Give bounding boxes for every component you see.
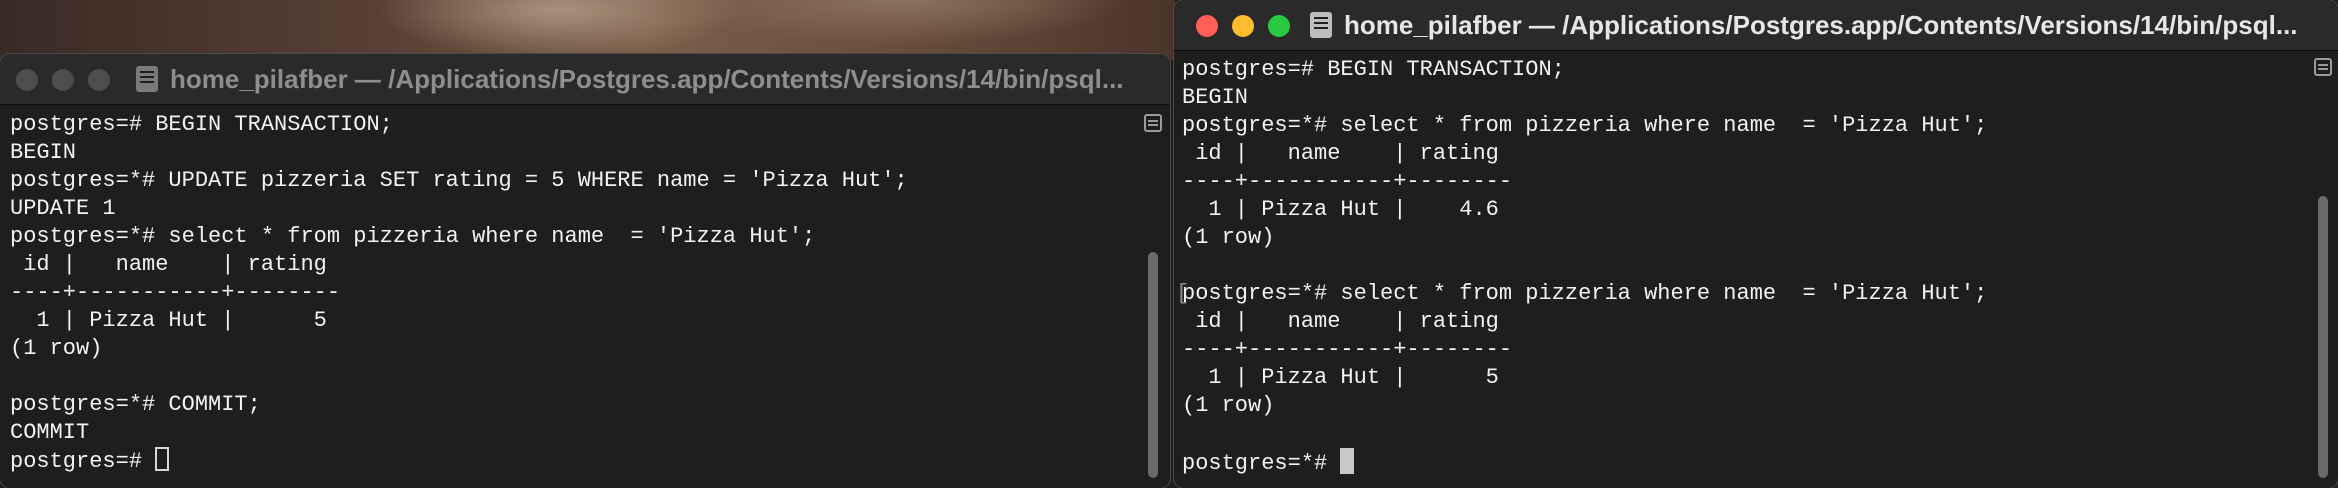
output-line: id | name | rating: [1182, 309, 1499, 334]
output-line: ----+-----------+--------: [1182, 337, 1513, 362]
text-cursor: [155, 447, 170, 471]
close-button[interactable]: [1196, 15, 1218, 37]
minimize-button[interactable]: [1232, 15, 1254, 37]
output-line: id | name | rating: [1182, 141, 1499, 166]
scrollback-menu-icon[interactable]: [2314, 58, 2332, 76]
window-title-text: home_pilafber — /Applications/Postgres.a…: [170, 64, 1124, 94]
output-line: postgres=*# COMMIT;: [10, 392, 261, 417]
output-line: [postgres=*# select * from pizzeria wher…: [1176, 280, 1988, 308]
window-title-text: home_pilafber — /Applications/Postgres.a…: [1344, 10, 2298, 40]
output-line: (1 row): [1182, 393, 1275, 418]
output-line: postgres=# BEGIN TRANSACTION;: [10, 112, 393, 137]
output-line: 1 | Pizza Hut | 5: [1182, 365, 1499, 390]
output-line: COMMIT: [10, 420, 90, 445]
mark-bracket: [: [1176, 281, 1190, 306]
output-line: 1 | Pizza Hut | 5: [10, 308, 327, 333]
title-bar[interactable]: home_pilafber — /Applications/Postgres.a…: [0, 54, 1170, 105]
terminal-window-right[interactable]: home_pilafber — /Applications/Postgres.a…: [1174, 0, 2338, 488]
prompt-line[interactable]: postgres=#: [10, 447, 908, 475]
scrollbar-thumb[interactable]: [1148, 252, 1158, 478]
terminal-output[interactable]: postgres=# BEGIN TRANSACTION; BEGIN post…: [1176, 56, 1988, 476]
terminal-window-left[interactable]: home_pilafber — /Applications/Postgres.a…: [0, 54, 1170, 488]
terminal-output[interactable]: postgres=# BEGIN TRANSACTION; BEGIN post…: [10, 111, 908, 475]
window-title: home_pilafber — /Applications/Postgres.a…: [1310, 0, 2318, 50]
prompt-line[interactable]: postgres=*#: [1182, 448, 1987, 476]
zoom-button[interactable]: [1268, 15, 1290, 37]
title-bar[interactable]: home_pilafber — /Applications/Postgres.a…: [1174, 0, 2338, 51]
output-line-text: postgres=*# select * from pizzeria where…: [1182, 281, 1988, 306]
output-line: postgres=*# select * from pizzeria where…: [10, 224, 816, 249]
output-line: ----+-----------+--------: [1182, 169, 1513, 194]
output-line: postgres=*# UPDATE pizzeria SET rating =…: [10, 168, 908, 193]
minimize-button[interactable]: [52, 69, 74, 91]
close-button[interactable]: [16, 69, 38, 91]
output-line: 1 | Pizza Hut | 4.6: [1182, 197, 1499, 222]
text-cursor: [1340, 448, 1355, 474]
prompt: postgres=#: [10, 449, 156, 474]
output-line: (1 row): [10, 336, 103, 361]
output-line: BEGIN: [1182, 85, 1249, 110]
scrollback-menu-icon[interactable]: [1144, 114, 1162, 132]
output-line: UPDATE 1: [10, 196, 116, 221]
output-line: ----+-----------+--------: [10, 280, 341, 305]
output-line: id | name | rating: [10, 252, 327, 277]
output-line: postgres=*# select * from pizzeria where…: [1182, 113, 1988, 138]
scrollbar-thumb[interactable]: [2318, 196, 2328, 478]
desktop-wallpaper: [0, 0, 1175, 60]
output-line: postgres=# BEGIN TRANSACTION;: [1182, 57, 1565, 82]
terminal-document-icon: [136, 66, 158, 92]
terminal-document-icon: [1310, 12, 1332, 38]
output-line: BEGIN: [10, 140, 77, 165]
window-title: home_pilafber — /Applications/Postgres.a…: [136, 54, 1140, 104]
prompt: postgres=*#: [1182, 451, 1341, 476]
output-line: (1 row): [1182, 225, 1275, 250]
zoom-button[interactable]: [88, 69, 110, 91]
